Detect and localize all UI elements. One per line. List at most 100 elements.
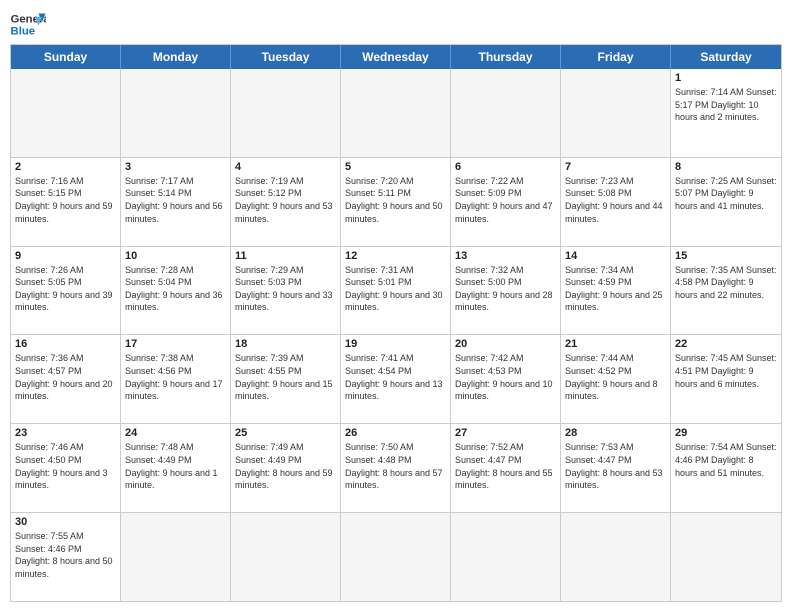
day-info: Sunrise: 7:28 AM Sunset: 5:04 PM Dayligh… [125,264,226,314]
day-cell-13: 13 Sunrise: 7:32 AM Sunset: 5:00 PM Dayli… [451,247,561,335]
day-cell-4: 4Sunrise: 7:19 AM Sunset: 5:12 PM Daylig… [231,158,341,246]
day-number: 14 [565,250,666,262]
day-number: 22 [675,338,777,350]
empty-day-cell [451,513,561,601]
day-number: 11 [235,250,336,262]
day-header-thursday: Thursday [451,45,561,69]
day-number: 8 [675,161,777,173]
day-info: Sunrise: 7:32 AM Sunset: 5:00 PM Dayligh… [455,264,556,314]
day-cell-11: 11Sunrise: 7:29 AM Sunset: 5:03 PM Dayli… [231,247,341,335]
day-info: Sunrise: 7:14 AM Sunset: 5:17 PM Dayligh… [675,86,777,124]
day-info: Sunrise: 7:55 AM Sunset: 4:46 PM Dayligh… [15,530,116,580]
day-cell-28: 28 Sunrise: 7:53 AM Sunset: 4:47 PM Dayli… [561,424,671,512]
day-info: Sunrise: 7:50 AM Sunset: 4:48 PM Dayligh… [345,441,446,491]
week-row-6: 30 Sunrise: 7:55 AM Sunset: 4:46 PM Dayli… [11,512,781,601]
day-number: 5 [345,161,446,173]
day-number: 23 [15,427,116,439]
day-cell-24: 24 Sunrise: 7:48 AM Sunset: 4:49 PM Dayli… [121,424,231,512]
day-info: Sunrise: 7:48 AM Sunset: 4:49 PM Dayligh… [125,441,226,491]
day-number: 9 [15,250,116,262]
day-header-monday: Monday [121,45,231,69]
day-info: Sunrise: 7:23 AM Sunset: 5:08 PM Dayligh… [565,175,666,225]
week-row-4: 16 Sunrise: 7:36 AM Sunset: 4:57 PM Dayli… [11,334,781,423]
day-info: Sunrise: 7:22 AM Sunset: 5:09 PM Dayligh… [455,175,556,225]
day-headers-row: SundayMondayTuesdayWednesdayThursdayFrid… [11,45,781,69]
day-info: Sunrise: 7:36 AM Sunset: 4:57 PM Dayligh… [15,352,116,402]
day-info: Sunrise: 7:19 AM Sunset: 5:12 PM Dayligh… [235,175,336,225]
day-number: 18 [235,338,336,350]
empty-day-cell [671,513,781,601]
day-number: 16 [15,338,116,350]
day-cell-5: 5 Sunrise: 7:20 AM Sunset: 5:11 PM Daylig… [341,158,451,246]
day-number: 2 [15,161,116,173]
day-info: Sunrise: 7:53 AM Sunset: 4:47 PM Dayligh… [565,441,666,491]
day-cell-20: 20 Sunrise: 7:42 AM Sunset: 4:53 PM Dayli… [451,335,561,423]
day-cell-16: 16 Sunrise: 7:36 AM Sunset: 4:57 PM Dayli… [11,335,121,423]
day-cell-2: 2 Sunrise: 7:16 AM Sunset: 5:15 PM Daylig… [11,158,121,246]
day-info: Sunrise: 7:25 AM Sunset: 5:07 PM Dayligh… [675,175,777,213]
week-row-2: 2 Sunrise: 7:16 AM Sunset: 5:15 PM Daylig… [11,157,781,246]
empty-day-cell [561,513,671,601]
day-info: Sunrise: 7:20 AM Sunset: 5:11 PM Dayligh… [345,175,446,225]
day-number: 1 [675,72,777,84]
day-info: Sunrise: 7:46 AM Sunset: 4:50 PM Dayligh… [15,441,116,491]
empty-day-cell [121,513,231,601]
day-cell-10: 10 Sunrise: 7:28 AM Sunset: 5:04 PM Dayli… [121,247,231,335]
week-row-5: 23 Sunrise: 7:46 AM Sunset: 4:50 PM Dayli… [11,423,781,512]
page: General Blue SundayMondayTuesdayWednesda… [0,0,792,612]
empty-day-cell [561,69,671,157]
day-number: 7 [565,161,666,173]
day-number: 27 [455,427,556,439]
day-cell-15: 15 Sunrise: 7:35 AM Sunset: 4:58 PM Dayli… [671,247,781,335]
empty-day-cell [341,513,451,601]
day-info: Sunrise: 7:42 AM Sunset: 4:53 PM Dayligh… [455,352,556,402]
day-header-sunday: Sunday [11,45,121,69]
day-info: Sunrise: 7:31 AM Sunset: 5:01 PM Dayligh… [345,264,446,314]
day-number: 3 [125,161,226,173]
day-info: Sunrise: 7:16 AM Sunset: 5:15 PM Dayligh… [15,175,116,225]
logo: General Blue [10,10,46,38]
day-cell-14: 14Sunrise: 7:34 AM Sunset: 4:59 PM Dayli… [561,247,671,335]
day-number: 10 [125,250,226,262]
day-info: Sunrise: 7:45 AM Sunset: 4:51 PM Dayligh… [675,352,777,390]
header: General Blue [10,10,782,38]
day-number: 12 [345,250,446,262]
day-number: 25 [235,427,336,439]
day-cell-27: 27Sunrise: 7:52 AM Sunset: 4:47 PM Dayli… [451,424,561,512]
day-number: 6 [455,161,556,173]
day-info: Sunrise: 7:39 AM Sunset: 4:55 PM Dayligh… [235,352,336,402]
day-number: 24 [125,427,226,439]
day-number: 15 [675,250,777,262]
day-cell-8: 8 Sunrise: 7:25 AM Sunset: 5:07 PM Daylig… [671,158,781,246]
day-cell-3: 3Sunrise: 7:17 AM Sunset: 5:14 PM Daylig… [121,158,231,246]
week-row-3: 9Sunrise: 7:26 AM Sunset: 5:05 PM Daylig… [11,246,781,335]
day-number: 26 [345,427,446,439]
empty-day-cell [231,513,341,601]
day-number: 21 [565,338,666,350]
day-info: Sunrise: 7:44 AM Sunset: 4:52 PM Dayligh… [565,352,666,402]
day-cell-6: 6 Sunrise: 7:22 AM Sunset: 5:09 PM Daylig… [451,158,561,246]
week-row-1: 1 Sunrise: 7:14 AM Sunset: 5:17 PM Daylig… [11,69,781,157]
svg-text:Blue: Blue [11,26,36,38]
day-info: Sunrise: 7:35 AM Sunset: 4:58 PM Dayligh… [675,264,777,302]
day-cell-7: 7 Sunrise: 7:23 AM Sunset: 5:08 PM Daylig… [561,158,671,246]
day-info: Sunrise: 7:54 AM Sunset: 4:46 PM Dayligh… [675,441,777,479]
day-number: 13 [455,250,556,262]
day-header-friday: Friday [561,45,671,69]
calendar-body: 1 Sunrise: 7:14 AM Sunset: 5:17 PM Daylig… [11,69,781,601]
calendar: SundayMondayTuesdayWednesdayThursdayFrid… [10,44,782,602]
day-info: Sunrise: 7:38 AM Sunset: 4:56 PM Dayligh… [125,352,226,402]
day-header-saturday: Saturday [671,45,781,69]
day-number: 30 [15,516,116,528]
day-cell-25: 25 Sunrise: 7:49 AM Sunset: 4:49 PM Dayli… [231,424,341,512]
empty-day-cell [341,69,451,157]
day-cell-17: 17Sunrise: 7:38 AM Sunset: 4:56 PM Dayli… [121,335,231,423]
day-info: Sunrise: 7:49 AM Sunset: 4:49 PM Dayligh… [235,441,336,491]
day-cell-1: 1 Sunrise: 7:14 AM Sunset: 5:17 PM Daylig… [671,69,781,157]
day-number: 20 [455,338,556,350]
empty-day-cell [451,69,561,157]
day-cell-26: 26 Sunrise: 7:50 AM Sunset: 4:48 PM Dayli… [341,424,451,512]
day-header-wednesday: Wednesday [341,45,451,69]
day-number: 28 [565,427,666,439]
day-cell-12: 12 Sunrise: 7:31 AM Sunset: 5:01 PM Dayli… [341,247,451,335]
